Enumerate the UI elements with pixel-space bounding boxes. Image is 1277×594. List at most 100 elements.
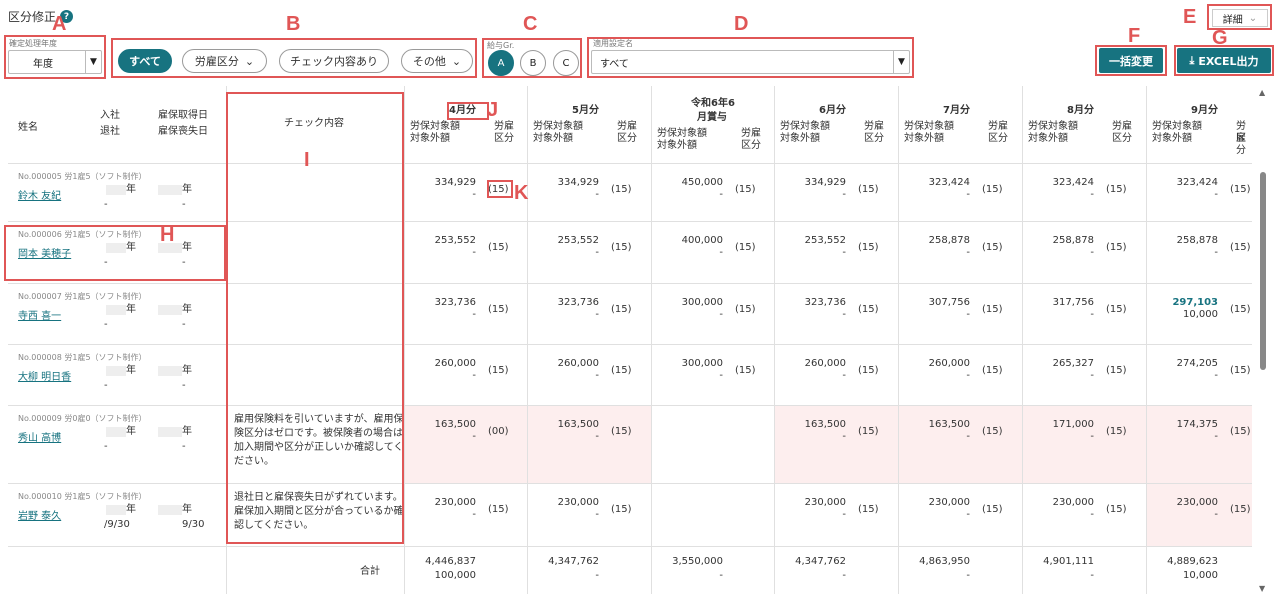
category-code[interactable]: (15) (858, 504, 879, 516)
category-code[interactable]: (15) (1106, 242, 1127, 254)
category-code[interactable]: (15) (488, 504, 509, 516)
employee-number: No.000009 労0雇0（ソフト制作） (18, 414, 147, 423)
category-label-2: 区分 (988, 133, 1008, 144)
pay-group-b-button[interactable]: B (520, 50, 546, 76)
category-code[interactable]: (15) (1230, 184, 1251, 196)
taxable-amount: 307,756 (928, 297, 970, 308)
category-code[interactable]: (15) (858, 365, 879, 377)
employee-name-link[interactable]: 鈴木 友紀 (18, 191, 61, 203)
category-label: 労雇 (988, 121, 1008, 132)
scroll-thumb[interactable] (1260, 172, 1266, 370)
category-code[interactable]: (15) (1230, 242, 1251, 254)
category-code[interactable]: (15) (1230, 504, 1251, 516)
category-code[interactable]: (15) (1106, 304, 1127, 316)
detail-label: 詳細 (1222, 14, 1243, 26)
category-code[interactable]: (15) (611, 184, 632, 196)
fiscal-year-select[interactable]: 年度 ▼ (8, 50, 102, 74)
pay-group-c-button[interactable]: C (553, 50, 579, 76)
taxable-amount: 174,375 (1176, 419, 1218, 430)
category-code[interactable]: (15) (611, 426, 632, 438)
category-code[interactable]: (15) (982, 365, 1003, 377)
filter-other-button[interactable]: その他 ⌄ (401, 49, 473, 73)
chevron-down-icon: ⌄ (451, 54, 462, 68)
taxable-amount: 323,736 (557, 297, 599, 308)
category-code[interactable]: (15) (611, 365, 632, 377)
category-code[interactable]: (15) (1106, 504, 1127, 516)
category-code[interactable]: (15) (982, 184, 1003, 196)
exempt-amount: - (595, 370, 599, 381)
scroll-up-icon[interactable]: ▲ (1259, 88, 1265, 97)
leave-date: - (104, 199, 108, 210)
category-code[interactable]: (15) (1106, 426, 1127, 438)
detail-dropdown[interactable]: 詳細 ⌄ (1212, 9, 1268, 27)
filter-labor-button[interactable]: 労雇区分 ⌄ (182, 49, 267, 73)
exempt-amount: - (842, 247, 846, 258)
category-code[interactable]: (15) (858, 304, 879, 316)
category-label: 労雇 (1112, 121, 1132, 132)
taxable-amount: 260,000 (928, 358, 970, 369)
month-title: 8月分 (1067, 105, 1094, 116)
filter-checked-button[interactable]: チェック内容あり (279, 49, 389, 73)
category-code[interactable]: (15) (982, 304, 1003, 316)
category-code[interactable]: (15) (858, 184, 879, 196)
taxable-amount: 323,736 (434, 297, 476, 308)
month-title: 9月分 (1191, 105, 1218, 116)
masked-date (106, 305, 126, 315)
exempt-amount: - (842, 309, 846, 320)
row-divider (8, 163, 1252, 164)
category-code[interactable]: (15) (735, 184, 756, 196)
exempt-amount: - (719, 189, 723, 200)
exempt-amount: - (966, 189, 970, 200)
pay-group-a-button[interactable]: A (488, 50, 514, 76)
category-code[interactable]: (15) (1106, 184, 1127, 196)
amount-label: 労保対象額 (657, 128, 707, 139)
employee-name-link[interactable]: 岩野 泰久 (18, 511, 61, 523)
category-code[interactable]: (15) (982, 242, 1003, 254)
emp-loss-date: - (182, 380, 186, 391)
category-code[interactable]: (15) (735, 365, 756, 377)
data-table: 姓名 入社 退社 雇保取得日 雇保喪失日 チェック内容 4月分 労保対象額 対象外額 労雇 区分 5月… (8, 86, 1252, 594)
category-code[interactable]: (15) (735, 304, 756, 316)
marker-k: K (514, 182, 529, 204)
exempt-label: 対象外額 (780, 133, 820, 144)
total-exempt: 10,000 (1183, 570, 1218, 581)
taxable-amount: 163,500 (928, 419, 970, 430)
exempt-amount: - (719, 247, 723, 258)
excel-export-button[interactable]: ⤓ EXCEL出力 (1177, 48, 1271, 73)
category-code[interactable]: (15) (488, 304, 509, 316)
employee-name-link[interactable]: 秀山 高博 (18, 433, 61, 445)
category-code[interactable]: (15) (488, 242, 509, 254)
category-label: 労雇 (864, 121, 884, 132)
emp-loss-date: 9/30 (182, 519, 205, 530)
scroll-down-icon[interactable]: ▼ (1259, 584, 1265, 593)
exempt-amount: - (1214, 431, 1218, 442)
category-code[interactable]: (15) (858, 426, 879, 438)
employee-name-link[interactable]: 大柳 明日香 (18, 372, 71, 384)
vertical-scrollbar[interactable]: ▲ ▼ (1257, 88, 1269, 593)
category-code[interactable]: (15) (611, 242, 632, 254)
row-divider (8, 221, 1252, 222)
category-code[interactable]: (15) (1230, 304, 1251, 316)
category-code[interactable]: (15) (858, 242, 879, 254)
header-emp-get: 雇保取得日 (158, 110, 208, 121)
category-code[interactable]: (15) (611, 504, 632, 516)
filter-all-button[interactable]: すべて (118, 49, 172, 73)
header-emp-loss: 雇保喪失日 (158, 126, 208, 137)
employee-name-link[interactable]: 寺西 喜一 (18, 311, 61, 323)
month-title: 月賞与 (697, 112, 727, 123)
category-label-2: 区分 (1236, 133, 1246, 156)
category-code[interactable]: (15) (488, 365, 509, 377)
taxable-amount: 230,000 (1052, 497, 1094, 508)
category-code[interactable]: (15) (1106, 365, 1127, 377)
category-code[interactable]: (15) (982, 504, 1003, 516)
category-code[interactable]: (00) (488, 426, 509, 438)
category-code[interactable]: (15) (1230, 426, 1251, 438)
row-divider (8, 405, 1252, 406)
category-code[interactable]: (15) (1230, 365, 1251, 377)
category-code[interactable]: (15) (611, 304, 632, 316)
bulk-change-button[interactable]: 一括変更 (1099, 48, 1163, 73)
category-code[interactable]: (15) (982, 426, 1003, 438)
setting-select[interactable]: すべて ▼ (591, 50, 910, 74)
category-code[interactable]: (15) (735, 242, 756, 254)
taxable-amount: 334,929 (804, 177, 846, 188)
